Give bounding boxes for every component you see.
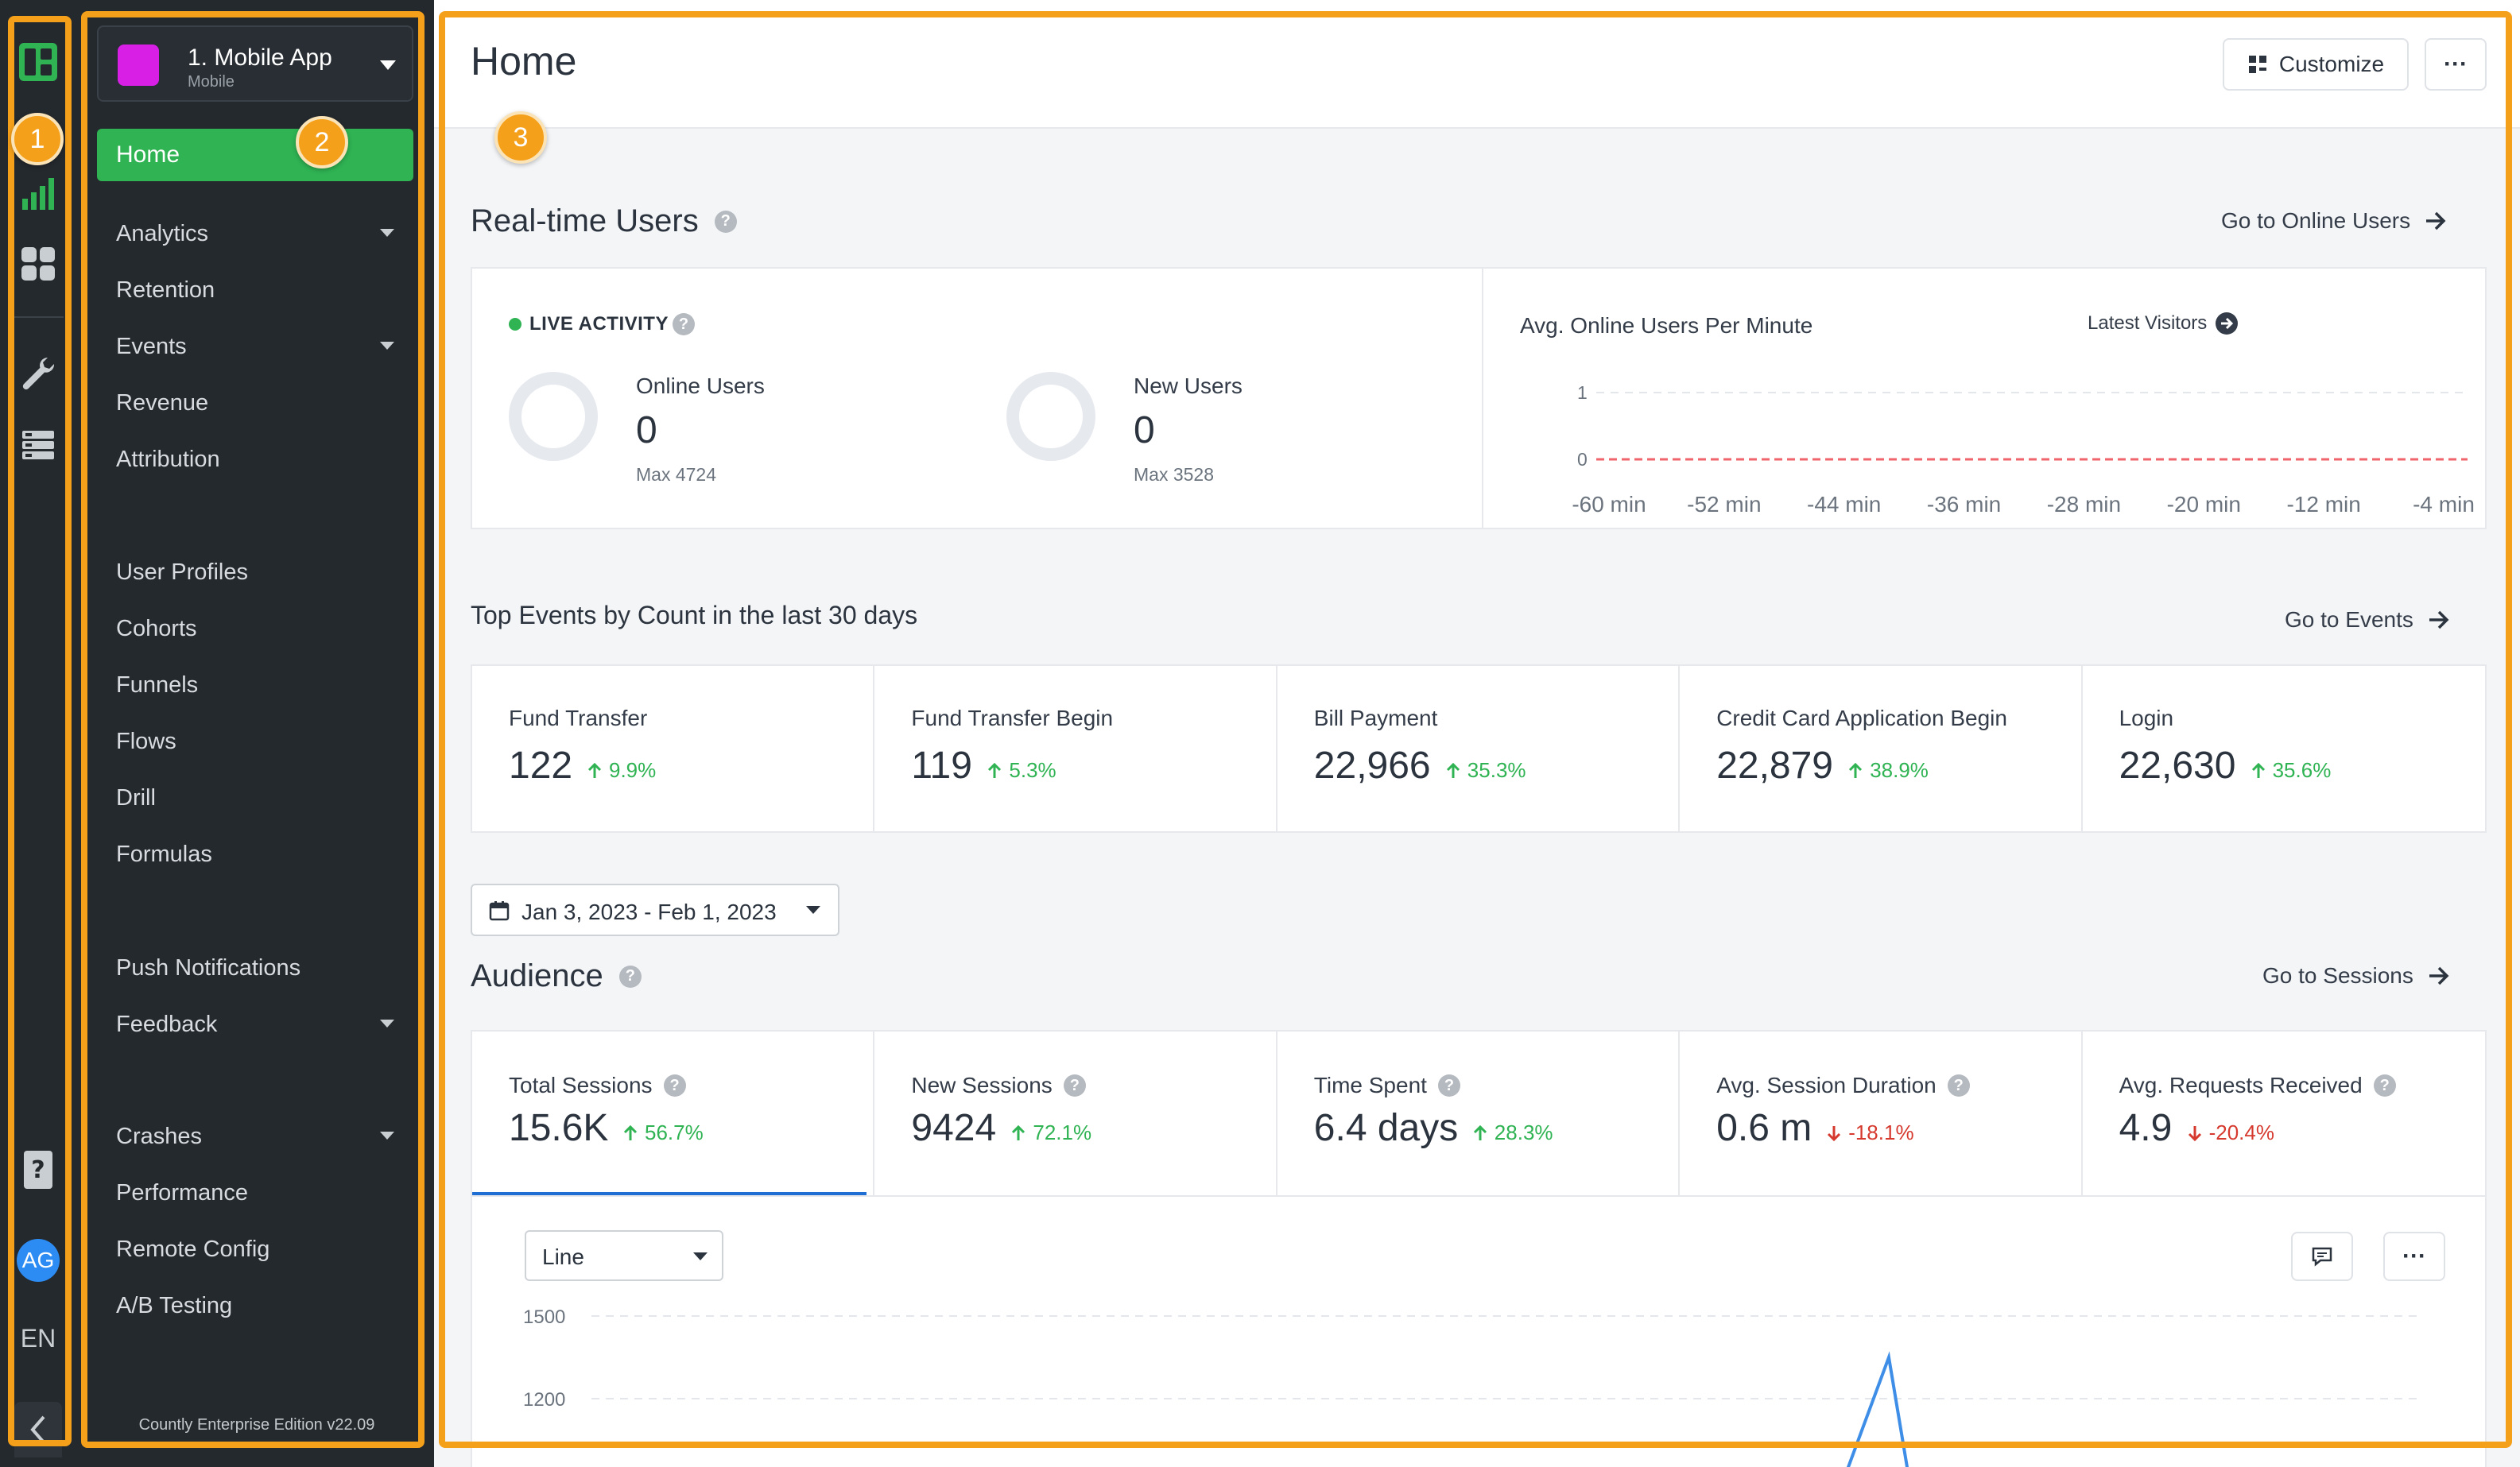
highlight-box-1 [8,16,72,1446]
callout-badge-3: 3 [494,111,547,164]
callout-badge-1: 1 [11,113,64,165]
highlight-box-3 [439,11,2512,1448]
highlight-box-2 [81,11,425,1448]
callout-badge-2: 2 [296,116,348,168]
